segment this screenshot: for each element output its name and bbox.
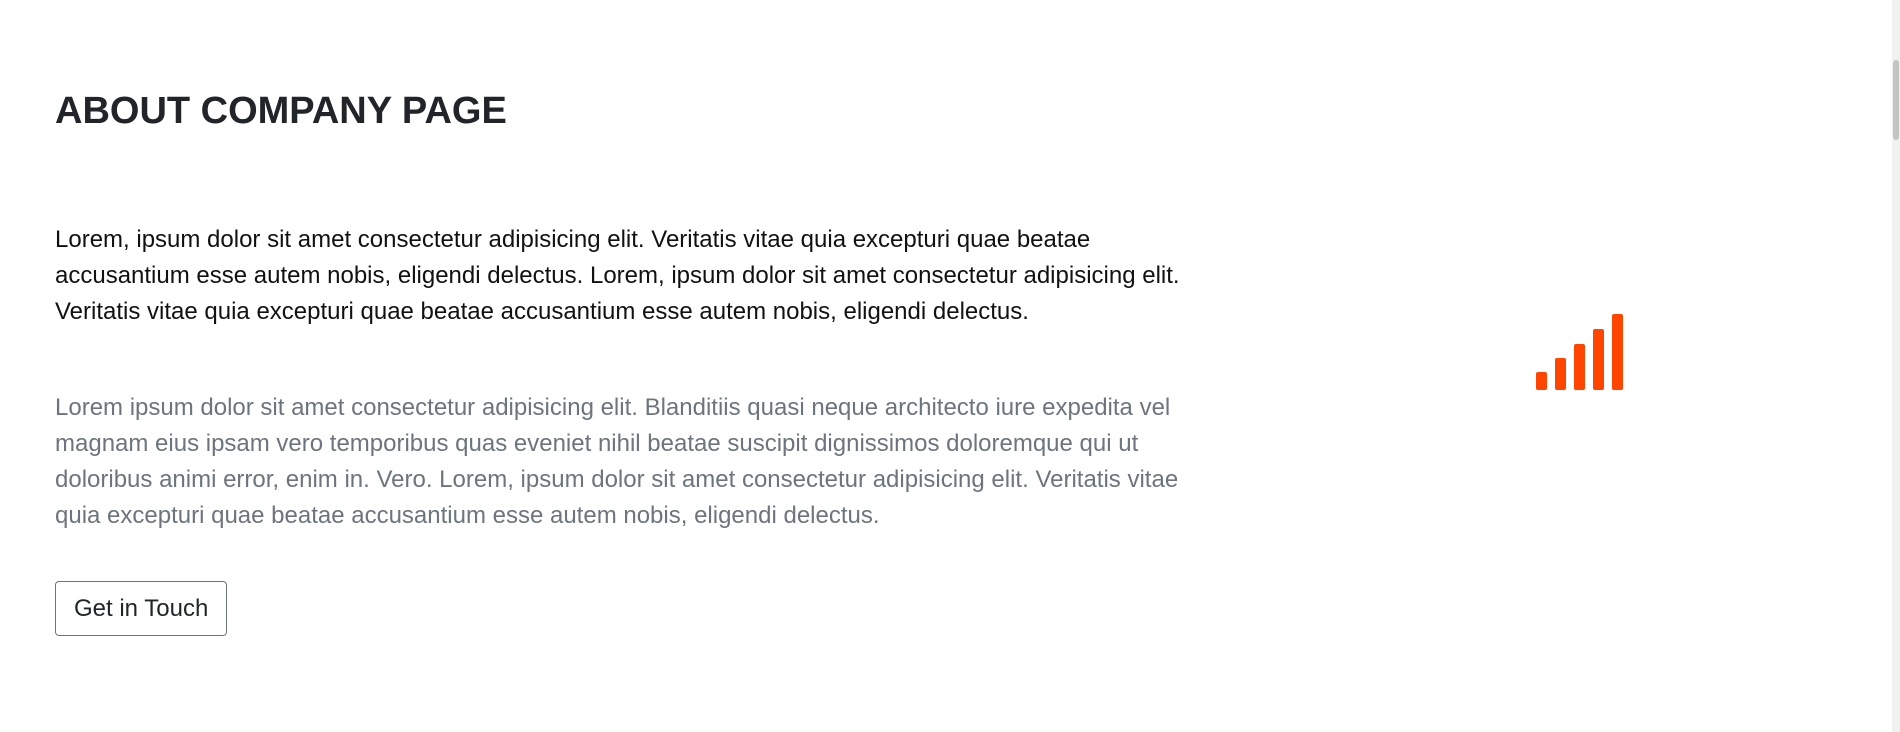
about-page: ABOUT COMPANY PAGE Lorem, ipsum dolor si… <box>0 0 1900 732</box>
signal-bar-3 <box>1574 344 1585 390</box>
page-title: ABOUT COMPANY PAGE <box>55 90 507 132</box>
lead-paragraph: Lorem, ipsum dolor sit amet consectetur … <box>55 226 1180 325</box>
signal-bar-1 <box>1536 372 1547 390</box>
signal-bars-icon <box>1530 310 1630 390</box>
signal-bar-5 <box>1612 314 1623 390</box>
signal-bar-4 <box>1593 329 1604 390</box>
vertical-scrollbar[interactable] <box>1892 0 1900 732</box>
body-paragraph: Lorem ipsum dolor sit amet consectetur a… <box>55 394 1179 529</box>
get-in-touch-button[interactable]: Get in Touch <box>55 581 228 636</box>
scrollbar-thumb[interactable] <box>1893 60 1899 140</box>
signal-bars-graphic <box>1536 314 1623 390</box>
signal-bar-2 <box>1555 358 1566 390</box>
